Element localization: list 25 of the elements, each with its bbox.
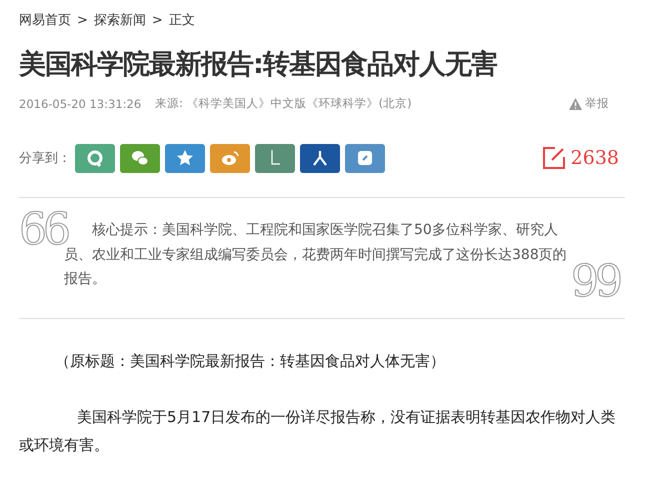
note-icon bbox=[355, 148, 375, 168]
share-button[interactable] bbox=[255, 144, 295, 172]
breadcrumb-link[interactable]: 网易首页 bbox=[19, 11, 71, 29]
breadcrumb-link[interactable]: 探索新闻 bbox=[94, 11, 146, 29]
body-paragraph: 美国科学院于5月17日发布的一份详尽报告称，没有证据表明转基因农作物对人类或环境有害。 bbox=[19, 407, 617, 456]
close-quote-mark: 99 bbox=[571, 260, 619, 304]
body-paragraph: （原标题：美国科学院最新报告：转基因食品对人体无害） bbox=[54, 351, 446, 372]
comment-count-link[interactable]: 2638 bbox=[540, 145, 619, 171]
person-icon bbox=[310, 148, 330, 168]
edit-icon bbox=[540, 145, 567, 171]
warning-icon bbox=[569, 98, 582, 110]
ring-icon bbox=[85, 148, 105, 168]
breadcrumb-separator: > bbox=[77, 12, 88, 28]
report-link[interactable]: 举报 bbox=[569, 96, 609, 111]
publish-date: 2016-05-20 13:31:26 bbox=[19, 96, 142, 110]
star-icon bbox=[175, 148, 195, 168]
breadcrumb-link[interactable]: 正文 bbox=[168, 11, 195, 29]
share-label: 分享到： bbox=[19, 150, 71, 167]
share-button[interactable] bbox=[165, 144, 205, 172]
source-text: 来源: 《科学美国人》中文版《环球科学》(北京) bbox=[155, 96, 412, 111]
article-title: 美国科学院最新报告:转基因食品对人无害 bbox=[19, 48, 498, 82]
share-button[interactable] bbox=[300, 144, 340, 172]
share-button[interactable] bbox=[120, 144, 160, 172]
breadcrumb-separator: > bbox=[152, 12, 163, 28]
share-button[interactable] bbox=[345, 144, 385, 172]
